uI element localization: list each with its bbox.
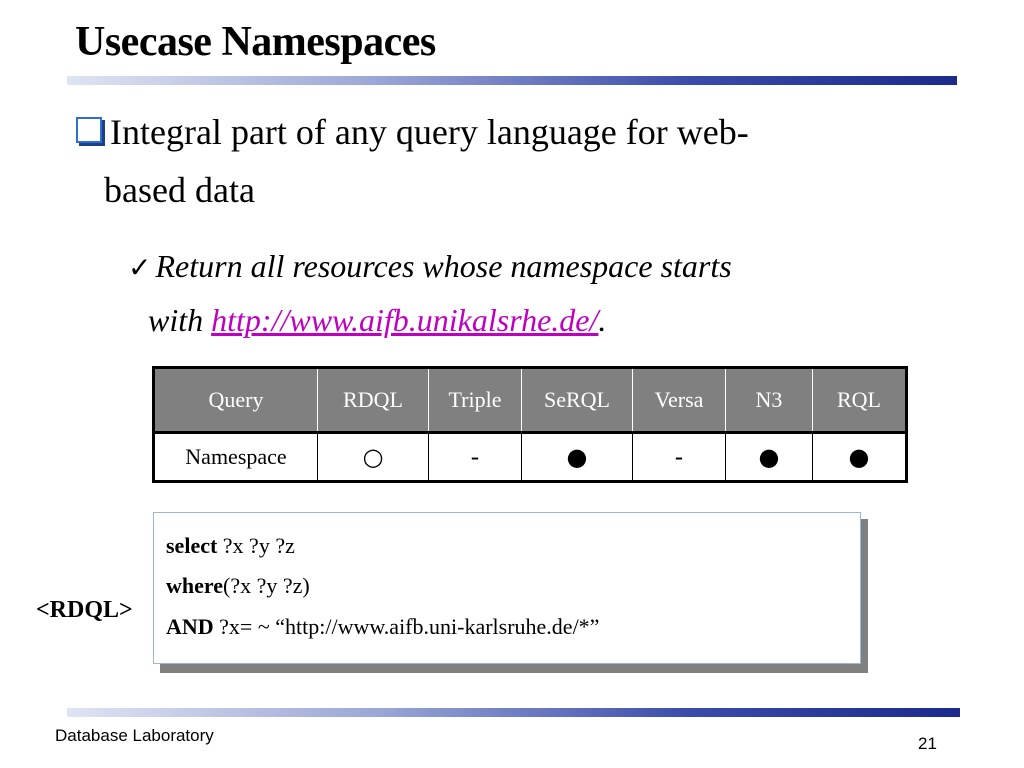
- header-serql: SeRQL: [521, 367, 633, 434]
- bullet-line2: based data: [104, 170, 255, 210]
- header-n3: N3: [725, 367, 813, 434]
- sub-bullet-line2: with http://www.aifb.unikalsrhe.de/.: [128, 294, 908, 346]
- rdql-label: <RDQL>: [36, 597, 133, 623]
- cell-serql: ●: [521, 432, 633, 482]
- namespace-link[interactable]: http://www.aifb.unikalsrhe.de/: [211, 302, 598, 338]
- footer-rule: [67, 708, 960, 717]
- cell-n3: ●: [725, 432, 813, 482]
- sub-bullet: ✓ Return all resources whose namespace st…: [128, 240, 908, 346]
- query-language-table: Query RDQL Triple SeRQL Versa N3 RQL Nam…: [152, 366, 908, 483]
- slide-title: Usecase Namespaces: [75, 19, 436, 65]
- checkmark-icon: ✓: [128, 251, 152, 284]
- header-rql: RQL: [812, 367, 907, 434]
- cell-rql: ●: [812, 432, 907, 482]
- header-rdql: RDQL: [317, 367, 429, 434]
- table-row: Namespace ○ - ● - ● ●: [153, 432, 907, 482]
- keyword-and: AND: [166, 614, 214, 639]
- code-line1-rest: ?x ?y ?z: [217, 533, 295, 558]
- code-line-and: AND ?x= ~ “http://www.aifb.uni-karlsruhe…: [166, 614, 599, 640]
- sub-bullet-line1: Return all resources whose namespace sta…: [155, 248, 732, 284]
- title-rule: [67, 76, 957, 85]
- code-line-where: where(?x ?y ?z): [166, 573, 310, 599]
- bullet-line1: Integral part of any query language for …: [110, 112, 749, 152]
- code-line2-rest: (?x ?y ?z): [223, 573, 310, 598]
- row-label: Namespace: [153, 432, 318, 482]
- header-triple: Triple: [428, 367, 522, 434]
- header-query: Query: [153, 367, 318, 434]
- header-versa: Versa: [632, 367, 726, 434]
- main-bullet: Integral part of any query language for …: [76, 103, 936, 219]
- square-bullet-icon: [76, 117, 102, 143]
- code-line3-rest: ?x= ~ “http://www.aifb.uni-karlsruhe.de/…: [213, 614, 600, 639]
- keyword-select: select: [166, 533, 218, 558]
- sub-bullet-prefix: with: [148, 302, 212, 338]
- sub-bullet-suffix: .: [598, 302, 607, 338]
- footer-lab-name: Database Laboratory: [55, 726, 214, 745]
- code-line-select: select ?x ?y ?z: [166, 533, 295, 559]
- cell-rdql: ○: [317, 432, 429, 482]
- page-number: 21: [918, 734, 937, 753]
- code-box: select ?x ?y ?z where(?x ?y ?z) AND ?x= …: [153, 512, 861, 664]
- keyword-where: where: [166, 573, 224, 598]
- cell-versa: -: [632, 432, 726, 482]
- cell-triple: -: [428, 432, 522, 482]
- table-header-row: Query RDQL Triple SeRQL Versa N3 RQL: [153, 367, 907, 434]
